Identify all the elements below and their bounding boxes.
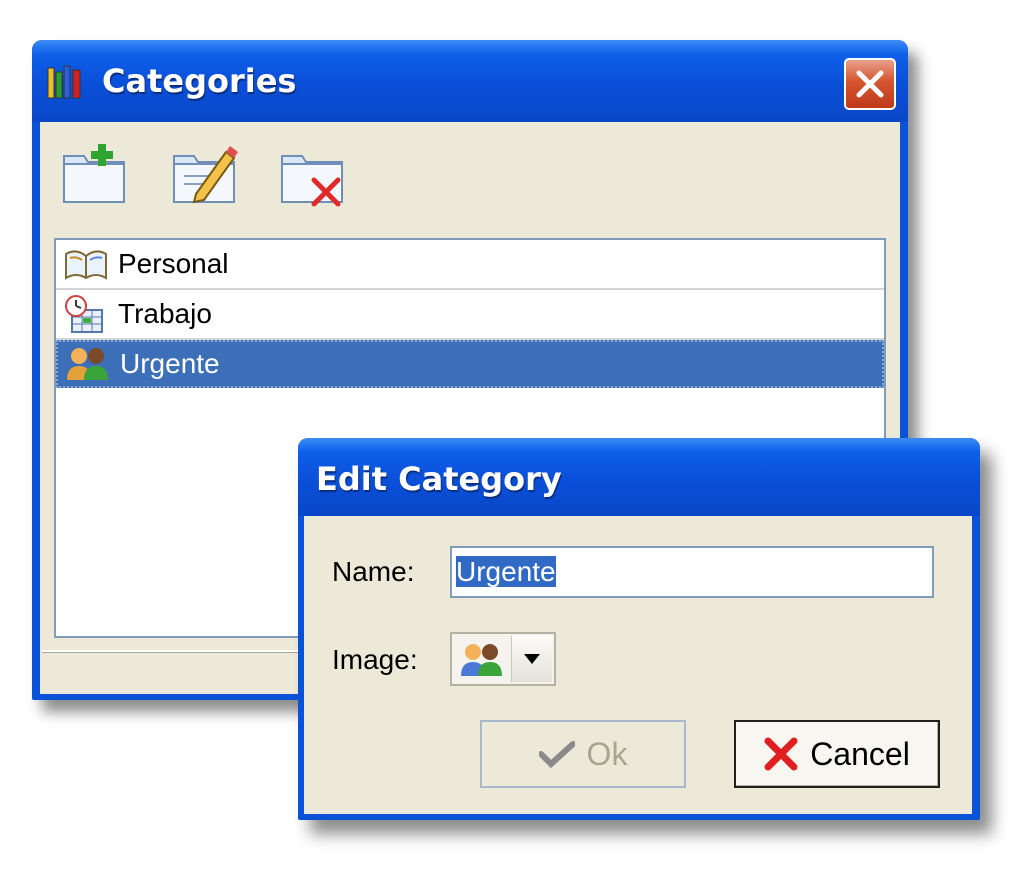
image-label: Image: (332, 644, 418, 675)
list-item-label: Personal (118, 248, 229, 279)
name-input[interactable]: Urgente (450, 546, 934, 598)
dropdown-arrow-button[interactable] (511, 636, 552, 682)
list-item-trabajo[interactable]: Trabajo (56, 290, 884, 340)
book-icon (65, 250, 107, 280)
checkmark-icon (538, 741, 575, 768)
app-icon (47, 65, 81, 99)
people-icon (67, 348, 108, 380)
cancel-button-label: Cancel (810, 735, 910, 772)
folder-delete-icon (281, 155, 343, 207)
close-button[interactable] (844, 58, 896, 110)
ok-button[interactable]: Ok (480, 720, 686, 788)
edit-category-dialog: Edit Category Name: Urgente Image: Ok Ca… (298, 438, 980, 820)
people-icon (461, 644, 502, 676)
delete-category-button[interactable] (278, 142, 348, 208)
ok-button-label: Ok (586, 735, 628, 772)
chevron-down-icon (524, 654, 540, 664)
list-item-label: Trabajo (118, 298, 212, 329)
list-item-personal[interactable]: Personal (56, 240, 884, 290)
list-item-urgente[interactable]: Urgente (56, 340, 884, 388)
folder-add-icon (63, 144, 125, 203)
name-label: Name: (332, 556, 415, 587)
calendar-clock-icon (65, 295, 103, 333)
window-title: Categories (102, 62, 297, 100)
dialog-title: Edit Category (316, 460, 562, 498)
dialog-title-bar[interactable]: Edit Category (298, 438, 980, 516)
close-icon (856, 70, 884, 98)
edit-category-button[interactable] (170, 142, 240, 208)
title-bar[interactable]: Categories (32, 40, 908, 122)
folder-edit-icon (173, 146, 238, 204)
dialog-body: Name: Urgente Image: Ok Cancel (304, 516, 972, 814)
image-dropdown[interactable] (450, 632, 556, 686)
add-category-button[interactable] (60, 142, 130, 208)
cancel-x-icon (764, 737, 798, 771)
cancel-button[interactable]: Cancel (734, 720, 940, 788)
name-input-value: Urgente (456, 556, 556, 587)
list-item-label: Urgente (120, 348, 220, 379)
